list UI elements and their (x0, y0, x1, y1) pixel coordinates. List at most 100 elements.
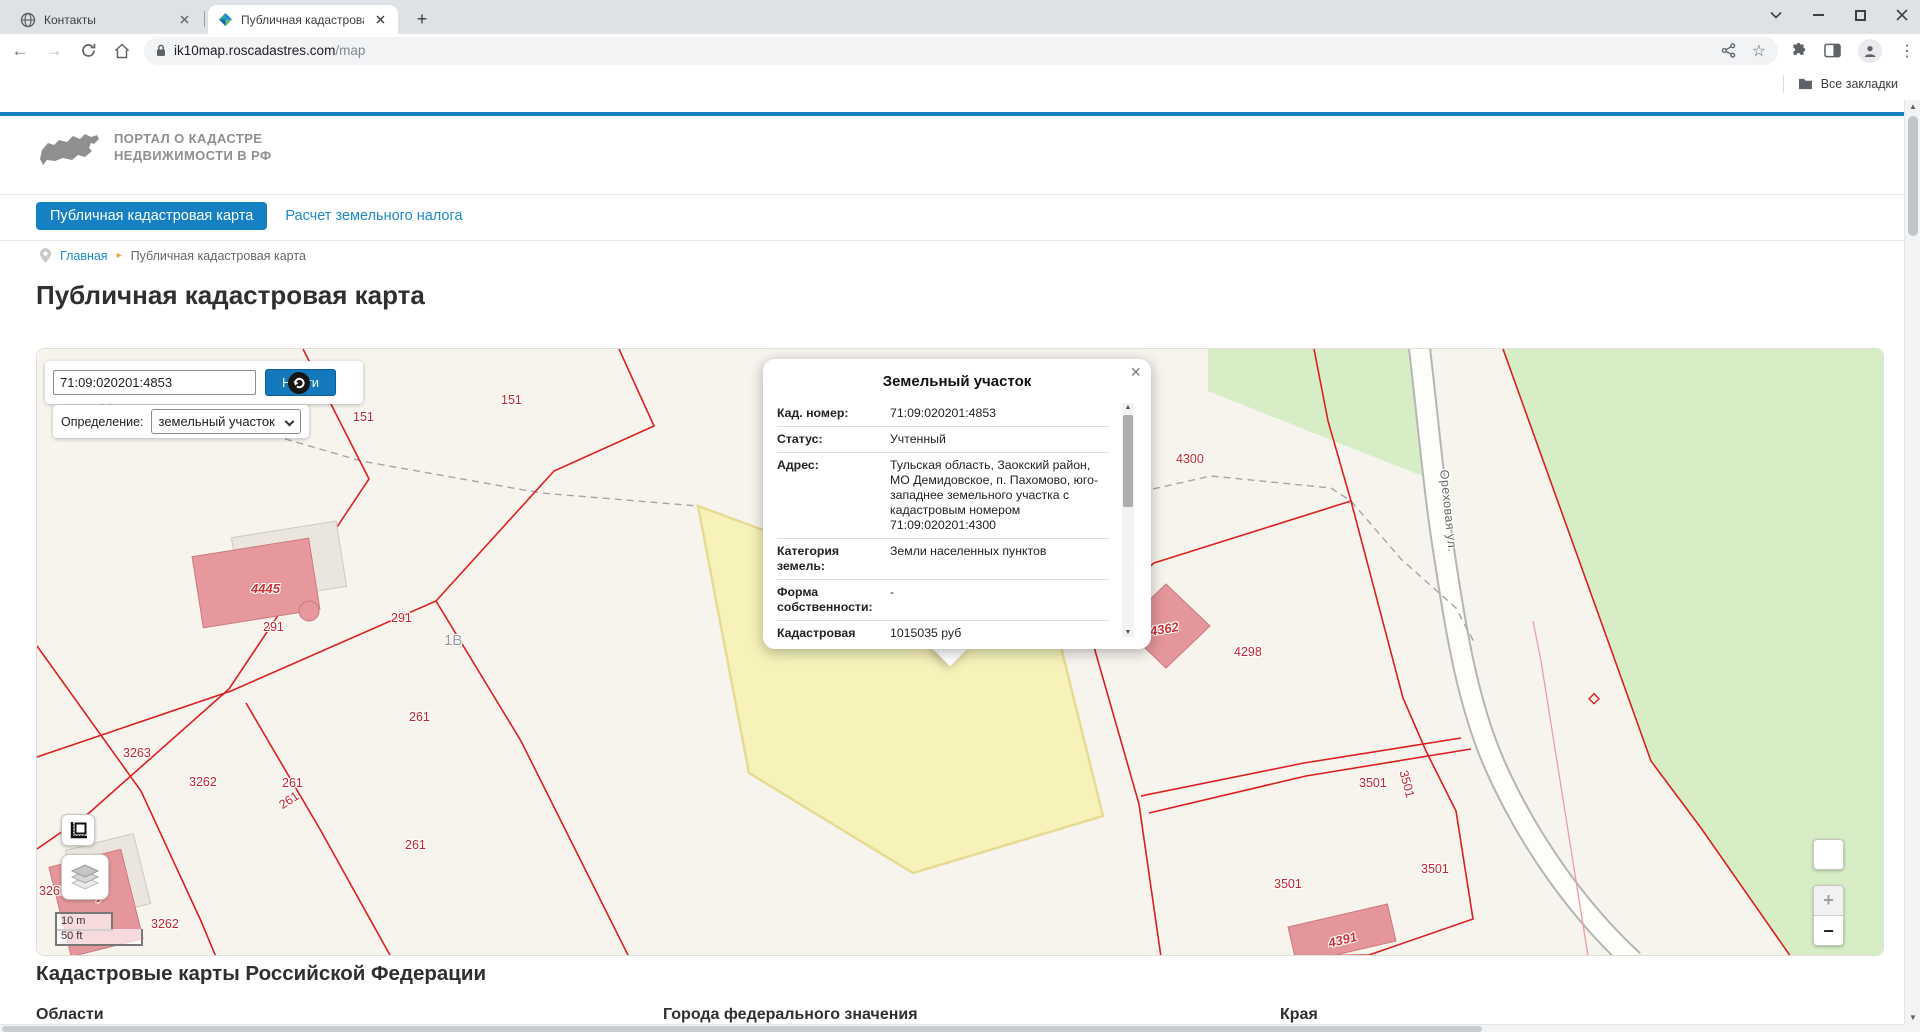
site-accent-bar (0, 112, 1904, 116)
map-parcel-label: 1В (444, 633, 462, 648)
browser-window: Контакты Публичная кадастровая ка + ← → … (0, 0, 1920, 1032)
layers-icon (69, 863, 101, 891)
url-text: ik10map.roscadastres.com/map (174, 43, 1721, 58)
popup-close-icon[interactable]: × (1130, 363, 1141, 381)
site-logo[interactable]: ПОРТАЛ О КАДАСТРЕ НЕДВИЖИМОСТИ В РФ (40, 126, 271, 168)
tab-title: Контакты (44, 13, 168, 27)
profile-avatar[interactable] (1858, 39, 1882, 63)
page-title: Публичная кадастровая карта (36, 280, 425, 311)
popup-rows: Кад. номер:71:09:020201:4853Статус:Учтен… (777, 401, 1109, 643)
side-panel-icon[interactable] (1824, 43, 1841, 58)
map-parcel-label: 4300 (1176, 453, 1204, 466)
url-bar[interactable]: ik10map.roscadastres.com/map ☆ (144, 37, 1778, 65)
measure-icon (68, 820, 88, 840)
scroll-up-icon[interactable]: ▲ (1905, 102, 1920, 111)
object-type-select[interactable]: земельный участок (151, 409, 301, 434)
zoom-out-button[interactable]: − (1814, 916, 1843, 946)
share-icon[interactable] (1721, 43, 1736, 58)
bookmarks-divider (1783, 75, 1784, 93)
nav-public-map-button[interactable]: Публичная кадастровая карта (36, 202, 267, 230)
vertical-scroll-thumb[interactable] (1908, 116, 1918, 236)
filter-panel: Определение: земельный участок (53, 405, 309, 438)
breadcrumb-home-link[interactable]: Главная (60, 249, 108, 263)
tab-title: Публичная кадастровая ка (241, 13, 364, 27)
tab-close-icon[interactable] (372, 12, 388, 28)
measure-tool-button[interactable] (61, 814, 95, 846)
page-content: ПОРТАЛ О КАДАСТРЕ НЕДВИЖИМОСТИ В РФ Публ… (0, 100, 1904, 1032)
map-parcel-label: 151 (501, 394, 522, 407)
minimize-button[interactable] (1808, 5, 1828, 25)
zoom-control: + − (1813, 885, 1844, 946)
map-parcel-label: 291 (263, 621, 284, 634)
tab-close-icon[interactable] (176, 12, 192, 28)
forward-icon[interactable]: → (40, 37, 68, 65)
tab-cadastre-map[interactable]: Публичная кадастровая ка (208, 5, 398, 34)
scrollbar-corner (1904, 1024, 1920, 1032)
column-regions: Области (36, 1006, 104, 1024)
map-parcel-label: 3501 (1359, 777, 1387, 790)
vertical-scrollbar[interactable]: ▲ ▼ (1904, 100, 1920, 1024)
layers-button[interactable] (61, 854, 109, 900)
popup-row: Категория земель:Земли населенных пункто… (777, 539, 1109, 580)
breadcrumb-current: Публичная кадастровая карта (131, 249, 306, 263)
site-logo-text: ПОРТАЛ О КАДАСТРЕ НЕДВИЖИМОСТИ В РФ (114, 130, 271, 164)
search-input[interactable] (53, 370, 256, 395)
map-parcel-label: 4445 (251, 582, 280, 595)
section-title: Кадастровые карты Российской Федерации (36, 962, 486, 986)
url-domain: ik10map.roscadastres.com (174, 43, 335, 58)
map-parcel-label: 261 (405, 839, 426, 852)
maximize-button[interactable] (1850, 5, 1870, 25)
browser-toolbar: ← → ik10map.roscadastres.com/map ☆ ⋮ (0, 34, 1920, 67)
logo-line-2: НЕДВИЖИМОСТИ В РФ (114, 147, 271, 164)
tab-contacts[interactable]: Контакты (10, 5, 202, 34)
lock-icon (154, 43, 168, 58)
map-parcel-label: 261 (409, 711, 430, 724)
reload-icon[interactable] (74, 37, 102, 65)
zoom-in-button[interactable]: + (1814, 886, 1843, 916)
new-tab-button[interactable]: + (410, 7, 434, 31)
map-parcel-label: 3263 (123, 747, 151, 760)
popup-row: Кад. номер:71:09:020201:4853 (777, 401, 1109, 427)
column-federal-cities: Города федерального значения (663, 1006, 918, 1024)
horizontal-scrollbar[interactable] (0, 1024, 1904, 1032)
map-parcel-label: 261 (282, 777, 303, 790)
scale-bar-imperial: 50 ft (55, 929, 143, 946)
fullscreen-button[interactable] (1813, 839, 1844, 870)
tab-strip: Контакты Публичная кадастровая ка + (0, 0, 1920, 34)
logo-line-1: ПОРТАЛ О КАДАСТРЕ (114, 130, 271, 147)
all-bookmarks-button[interactable]: Все закладки (1798, 77, 1898, 91)
popup-scroll-thumb[interactable] (1123, 415, 1133, 507)
bookmarks-bar: Все закладки (0, 67, 1920, 100)
tab-separator (204, 11, 205, 27)
column-krais: Края (1280, 1006, 1318, 1024)
horizontal-scroll-thumb[interactable] (2, 1026, 1482, 1032)
bookmark-star-icon[interactable]: ☆ (1752, 41, 1766, 61)
divider (0, 194, 1904, 195)
popup-scrollbar[interactable]: ▲ ▼ (1122, 403, 1134, 637)
home-icon[interactable] (108, 37, 136, 65)
close-window-button[interactable] (1892, 5, 1912, 25)
filter-label: Определение: (61, 415, 144, 429)
mouse-cursor (287, 371, 311, 400)
cadastral-map[interactable]: 1511512912911В44453263326226126126126132… (36, 348, 1884, 956)
map-parcel-label: 3262 (151, 918, 179, 931)
scroll-up-icon[interactable]: ▲ (1122, 404, 1134, 411)
russia-map-icon (40, 126, 100, 168)
back-icon[interactable]: ← (6, 37, 34, 65)
scroll-down-icon[interactable]: ▼ (1122, 629, 1134, 636)
window-controls (1766, 0, 1912, 30)
map-pin-icon (40, 248, 51, 263)
site-nav: Публичная кадастровая карта Расчет земел… (36, 202, 463, 230)
tab-search-icon[interactable] (1766, 5, 1786, 25)
nav-tax-calc-link[interactable]: Расчет земельного налога (285, 208, 462, 224)
extensions-icon[interactable] (1790, 42, 1807, 59)
globe-icon (20, 12, 36, 28)
browser-menu-icon[interactable]: ⋮ (1899, 41, 1915, 61)
parcel-info-popup: × Земельный участок Кад. номер:71:09:020… (763, 359, 1151, 649)
scroll-down-icon[interactable]: ▼ (1905, 1013, 1920, 1022)
folder-icon (1798, 77, 1813, 90)
popup-row: Кадастровая стоимость:1015035 руб (777, 621, 1109, 643)
map-parcel-label: 4298 (1234, 646, 1262, 659)
divider (0, 240, 1904, 241)
object-type-value: земельный участок (159, 414, 275, 429)
